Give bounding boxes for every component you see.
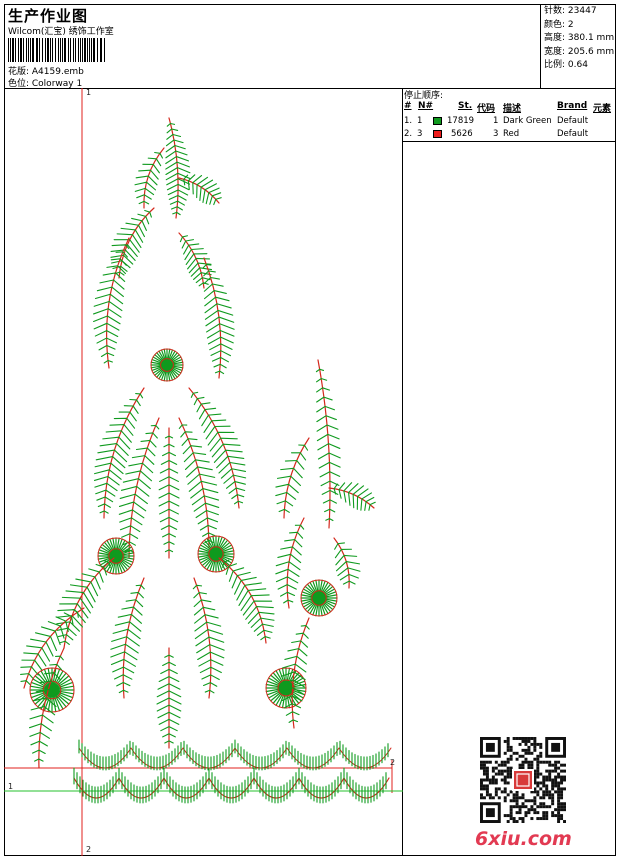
color-swatch-red bbox=[433, 130, 442, 138]
stop-row: 2. 3 5626 3 Red Default bbox=[404, 129, 589, 139]
marker-v-top: 1 bbox=[86, 88, 92, 97]
col-num: # bbox=[404, 101, 412, 111]
spec-stitches: 针数: 23447 bbox=[544, 6, 597, 16]
spec-scale: 比例: 0.64 bbox=[544, 60, 588, 70]
spec-colors: 颜色: 2 bbox=[544, 19, 574, 30]
col-element: 元素 bbox=[593, 104, 612, 114]
marker-h-left: 1 bbox=[8, 782, 14, 791]
col-n: N# bbox=[418, 101, 434, 111]
col-stitches: St. bbox=[458, 101, 473, 111]
embroidery-design bbox=[4, 88, 403, 856]
spec-width: 宽度: 205.6 mm bbox=[544, 46, 615, 57]
spec-height: 高度: 380.1 mm bbox=[544, 33, 615, 43]
col-desc: 描述 bbox=[503, 104, 522, 114]
design-preview: 1 2 1 2 bbox=[4, 88, 403, 856]
site-logo: 6xiu.com bbox=[475, 828, 572, 850]
marker-h-right: 2 bbox=[390, 758, 396, 767]
col-code: 代码 bbox=[477, 104, 496, 114]
specs-panel: 针数: 23447 颜色: 2 高度: 380.1 mm 宽度: 205.6 m… bbox=[540, 4, 616, 89]
page-title: 生产作业图 bbox=[8, 7, 89, 25]
col-brand: Brand bbox=[557, 101, 588, 111]
qr-code bbox=[480, 737, 566, 823]
color-swatch-green bbox=[433, 117, 442, 125]
stop-sequence-title: 停止顺序: bbox=[404, 91, 444, 101]
stop-row: 1. 1 17819 1 Dark Green Default bbox=[404, 116, 589, 126]
marker-v-bottom: 2 bbox=[86, 845, 92, 854]
embroidery-motif bbox=[20, 117, 392, 804]
header-panel: 生产作业图 Wilcom(汇宝) 绣饰工作室 花版: A4159.emb 色位:… bbox=[4, 4, 616, 89]
stop-sequence-panel: 停止顺序: # N# St. 代码 描述 Brand 元素 1. 1 17819… bbox=[403, 88, 616, 142]
barcode bbox=[8, 38, 105, 62]
studio-name: Wilcom(汇宝) 绣饰工作室 bbox=[8, 27, 114, 37]
